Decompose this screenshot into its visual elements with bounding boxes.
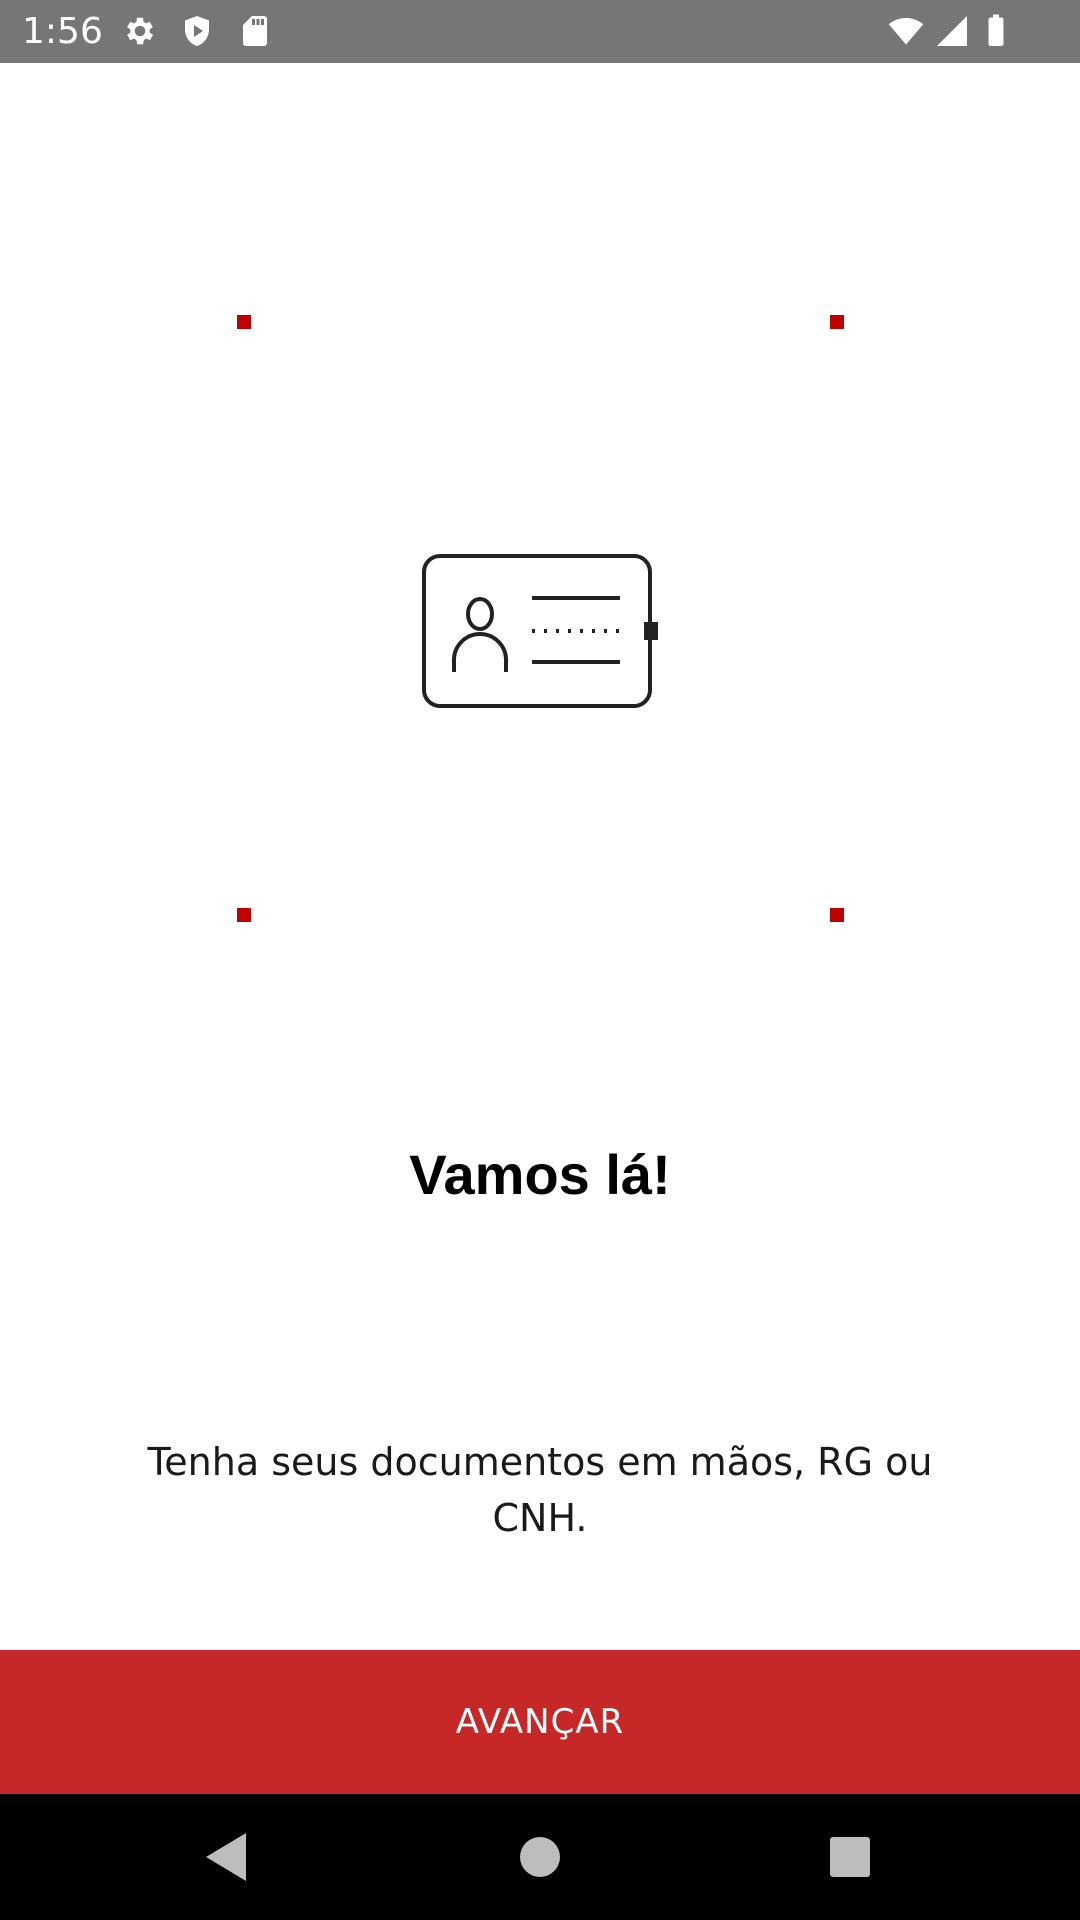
page-title: Vamos lá! [409,1143,671,1206]
frame-corner-bottom-left [237,908,251,922]
frame-corner-top-right [830,315,844,329]
signal-icon [934,13,970,49]
screen: 1:56 Vamos lá! Tenha seus documentos em … [0,0,1080,1920]
recents-icon[interactable] [814,1821,886,1893]
sd-card-icon [237,13,273,49]
home-icon[interactable] [504,1821,576,1893]
battery-icon [978,13,1014,49]
status-bar: 1:56 [0,0,1080,63]
back-icon[interactable] [190,1821,262,1893]
frame-corner-bottom-right [830,908,844,922]
wifi-icon [888,13,924,49]
navigation-bar [0,1794,1080,1920]
advance-button[interactable]: AVANÇAR [0,1650,1080,1794]
id-card-icon [418,552,658,712]
frame-corner-top-left [237,315,251,329]
gear-icon [122,13,158,49]
status-time: 1:56 [22,11,103,52]
instruction-text: Tenha seus documentos em mãos, RG ou CNH… [147,1440,933,1540]
shield-icon [179,13,215,49]
